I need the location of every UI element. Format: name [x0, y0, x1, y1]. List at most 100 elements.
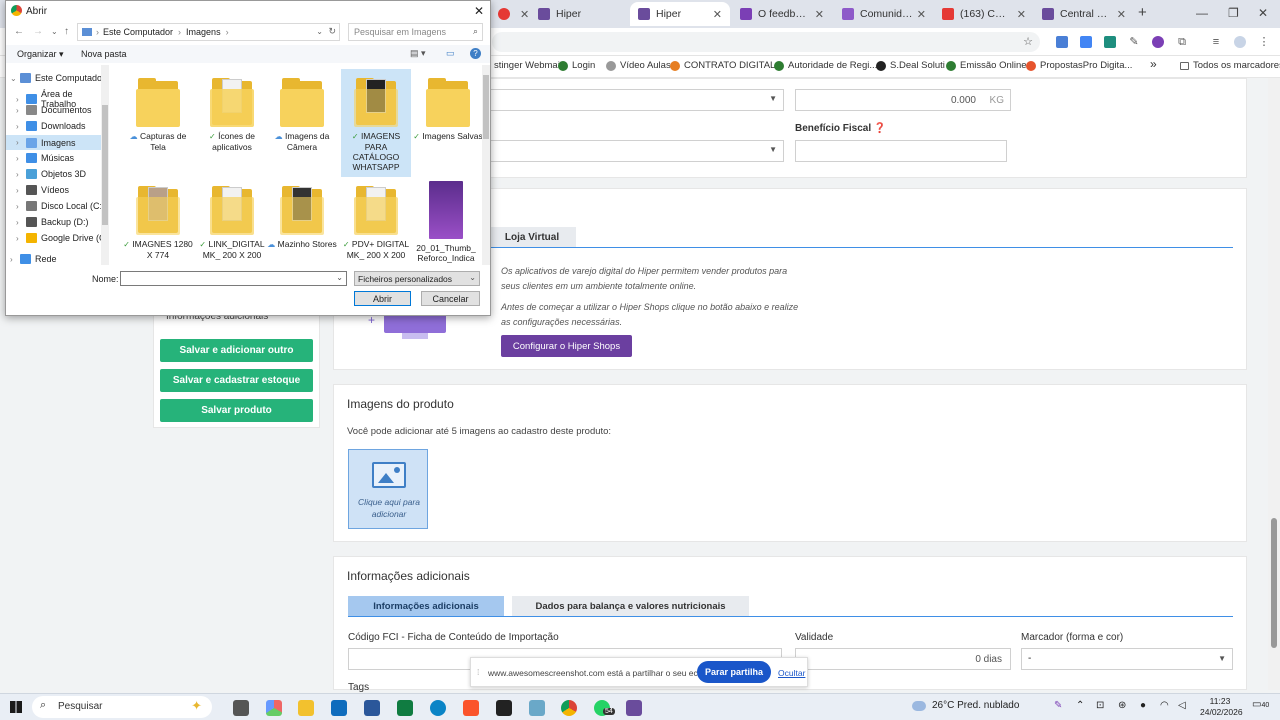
- windows-start-icon[interactable]: [10, 701, 22, 713]
- open-button[interactable]: Abrir: [354, 291, 411, 306]
- tree-item-selected[interactable]: › Imagens: [6, 135, 104, 150]
- tree-item[interactable]: › Documentos: [16, 105, 92, 115]
- back-icon[interactable]: ←: [14, 26, 24, 37]
- tree-item[interactable]: › Disco Local (C:): [16, 201, 105, 211]
- stop-sharing-button[interactable]: Parar partilha: [697, 661, 771, 683]
- extension-icon[interactable]: [1104, 36, 1116, 48]
- avatar[interactable]: [1234, 36, 1246, 48]
- bookmark-item[interactable]: Autoridade de Regi...: [774, 60, 877, 71]
- close-icon[interactable]: ✕: [713, 8, 722, 21]
- breadcrumb-item[interactable]: Este Computador: [103, 27, 173, 37]
- new-folder-button[interactable]: Nova pasta: [81, 49, 127, 59]
- notification-icon[interactable]: ▭40: [1252, 699, 1269, 710]
- folder-item[interactable]: ✓ IMAGNES 1280 X 774: [123, 183, 193, 260]
- save-stock-button[interactable]: Salvar e cadastrar estoque: [160, 369, 313, 392]
- recent-chevron-icon[interactable]: ⌄: [51, 27, 58, 36]
- network-icon[interactable]: ⊛: [1118, 700, 1126, 711]
- bookmark-item[interactable]: Vídeo Aulas: [606, 60, 671, 71]
- bookmarks-more[interactable]: »: [1150, 57, 1157, 71]
- close-icon[interactable]: ✕: [474, 4, 484, 18]
- task-view-icon[interactable]: [233, 700, 249, 716]
- beneficio-input[interactable]: [795, 140, 1007, 162]
- folder-item[interactable]: ☁ Capturas de Tela: [123, 75, 193, 152]
- app-icon[interactable]: [496, 700, 512, 716]
- file-type-select[interactable]: Ficheiros personalizados ⌄: [354, 271, 480, 286]
- whatsapp-icon[interactable]: 54: [594, 700, 615, 716]
- view-icon[interactable]: ▤ ▾: [410, 48, 426, 59]
- bookmark-item[interactable]: Emissão Online: [946, 60, 1027, 71]
- tree-item[interactable]: › Músicas: [16, 153, 74, 163]
- extension-icon[interactable]: [1152, 36, 1164, 48]
- browser-tab[interactable]: Central de Ate ✕: [1034, 2, 1134, 26]
- bookmark-item[interactable]: PropostasPro Digita...: [1026, 60, 1132, 71]
- close-icon[interactable]: ✕: [1117, 8, 1126, 21]
- scrollbar-thumb[interactable]: [1271, 518, 1277, 648]
- minimize-icon[interactable]: —: [1196, 6, 1208, 20]
- bookmark-item[interactable]: stinger Webmail: [494, 60, 562, 71]
- validade-input[interactable]: 0 dias: [795, 648, 1011, 670]
- file-item[interactable]: 20_01_Thumb_ Reforco_Indica: [411, 181, 481, 263]
- taskbar-search[interactable]: ⌕ Pesquisar ✦: [32, 696, 212, 718]
- browser-tab[interactable]: ✕: [490, 2, 528, 26]
- bookmark-item[interactable]: S.Deal Soluti: [876, 60, 945, 71]
- browser-tab[interactable]: O feedback qu ✕: [732, 2, 832, 26]
- wifi-icon[interactable]: ◠: [1160, 700, 1169, 711]
- search-input[interactable]: Pesquisar em Imagens ⌕: [348, 23, 483, 41]
- folder-item-selected[interactable]: ✓ IMAGENS PARA CATÁLOGO WHATSAPP: [341, 69, 411, 177]
- all-bookmarks[interactable]: Todos os marcadores: [1180, 60, 1280, 71]
- save-add-another-button[interactable]: Salvar e adicionar outro: [160, 339, 313, 362]
- star-icon[interactable]: ☆: [1022, 36, 1034, 48]
- marcador-select[interactable]: - ▼: [1021, 648, 1233, 670]
- tab-loja-virtual[interactable]: Loja Virtual: [488, 227, 576, 247]
- pen-icon[interactable]: ✎: [1054, 700, 1062, 711]
- close-window-icon[interactable]: ✕: [1258, 6, 1268, 20]
- file-explorer-icon[interactable]: [298, 700, 314, 716]
- chevron-down-icon[interactable]: ⌄: [316, 27, 323, 36]
- close-icon[interactable]: ✕: [815, 8, 824, 21]
- drag-handle-icon[interactable]: ⁞: [477, 667, 479, 677]
- chevron-up-icon[interactable]: ⌃: [1076, 700, 1084, 711]
- tree-item[interactable]: › Downloads: [16, 121, 86, 131]
- restore-icon[interactable]: ❐: [1228, 6, 1239, 20]
- queue-icon[interactable]: ≡: [1210, 36, 1222, 48]
- scrollbar-thumb[interactable]: [102, 105, 108, 225]
- breadcrumb[interactable]: › Este Computador › Imagens › ⌄ ↻: [77, 23, 340, 41]
- help-icon[interactable]: ❓: [874, 123, 886, 134]
- save-product-button[interactable]: Salvar produto: [160, 399, 313, 422]
- close-icon[interactable]: ✕: [917, 8, 926, 21]
- select-field[interactable]: ▼: [488, 89, 784, 111]
- outlook-icon[interactable]: [331, 700, 347, 716]
- translate-icon[interactable]: [1080, 36, 1092, 48]
- hide-link[interactable]: Ocultar: [778, 668, 805, 678]
- browser-tab[interactable]: (163) COMO U ✕: [934, 2, 1034, 26]
- up-icon[interactable]: ↑: [64, 26, 69, 37]
- tab-balance[interactable]: Dados para balança e valores nutricionai…: [512, 596, 749, 616]
- browser-tab[interactable]: Hiper: [530, 2, 628, 26]
- tree-item[interactable]: › Objetos 3D: [16, 169, 86, 179]
- add-image-button[interactable]: Clique aqui para adicionar: [348, 449, 428, 529]
- brave-icon[interactable]: [463, 700, 479, 716]
- close-icon[interactable]: ✕: [520, 8, 528, 21]
- grid-scrollbar[interactable]: [482, 65, 490, 265]
- folder-item[interactable]: ☁ Imagens da Câmera: [267, 75, 337, 152]
- page-scrollbar[interactable]: [1268, 78, 1280, 690]
- word-icon[interactable]: [364, 700, 380, 716]
- puzzle-icon[interactable]: ⧉: [1176, 36, 1188, 48]
- tree-item[interactable]: › Vídeos: [16, 185, 69, 195]
- hiper-icon[interactable]: [626, 700, 642, 716]
- pen-icon[interactable]: ✎: [1128, 36, 1140, 48]
- edge-icon[interactable]: [430, 700, 446, 716]
- organize-button[interactable]: Organizar ▾: [17, 49, 64, 60]
- close-icon[interactable]: ✕: [1017, 8, 1026, 21]
- folder-item[interactable]: ✓ Imagens Salvas: [413, 75, 482, 142]
- tree-item[interactable]: › Google Drive (G:: [16, 233, 109, 243]
- extension-icon[interactable]: [1056, 36, 1068, 48]
- weather-widget[interactable]: 26°C Pred. nublado: [912, 700, 1019, 711]
- refresh-icon[interactable]: ↻: [328, 26, 336, 37]
- folder-item[interactable]: ✓ Ícones de aplicativos: [197, 75, 267, 152]
- tab-info[interactable]: Informações adicionais: [348, 596, 504, 616]
- clock[interactable]: 11:23 24/02/2026: [1200, 696, 1243, 718]
- menu-icon[interactable]: ⋮: [1258, 36, 1270, 48]
- browser-tab-active[interactable]: Hiper ✕: [630, 2, 730, 26]
- microphone-icon[interactable]: ●: [1140, 700, 1146, 711]
